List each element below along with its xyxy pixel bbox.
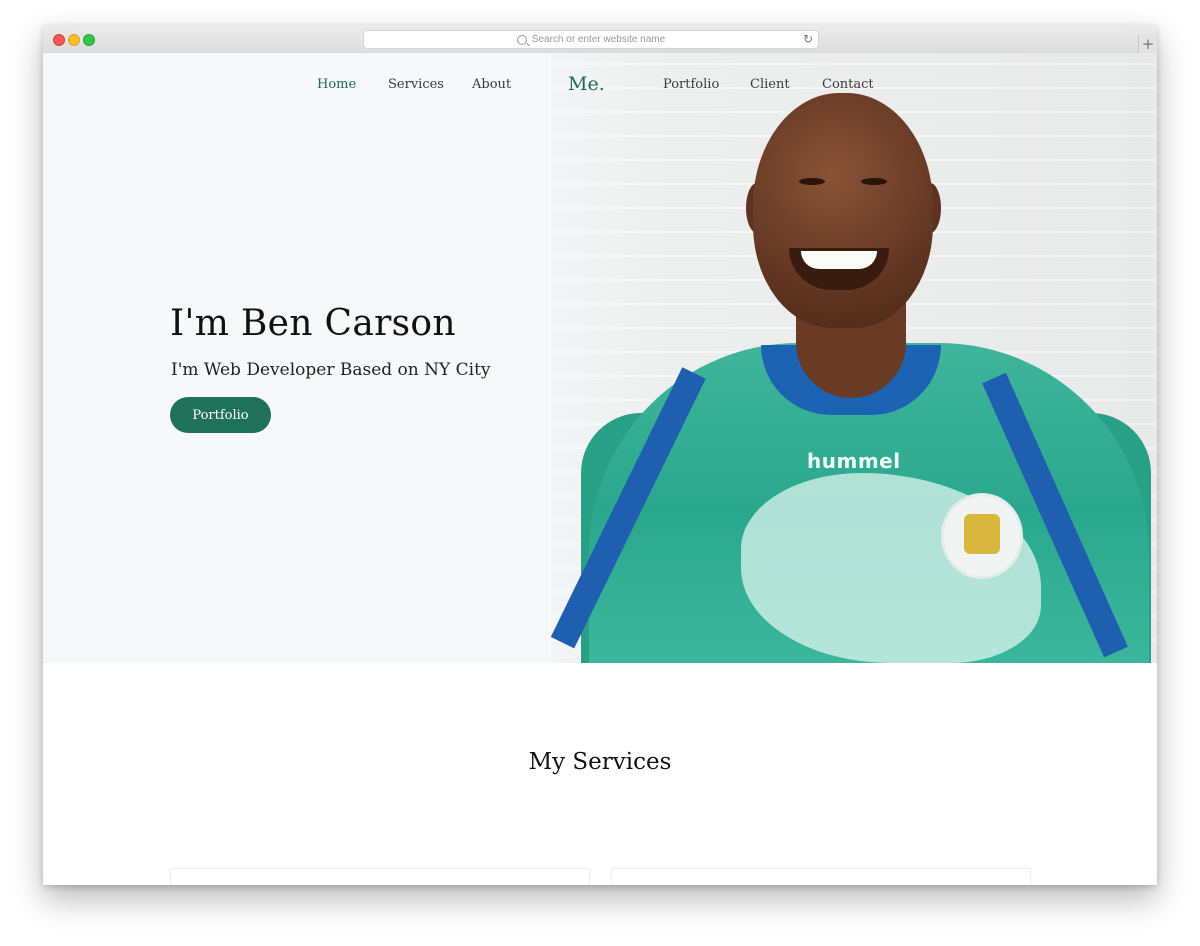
hero-subtitle: I'm Web Developer Based on NY City [171,360,491,380]
browser-window: Search or enter website name ↻ + hummel … [43,25,1157,885]
portfolio-button[interactable]: Portfolio [170,397,271,433]
photo-teeth [801,251,877,269]
nav-item-home[interactable]: Home [317,77,356,92]
address-bar[interactable]: Search or enter website name ↻ [363,30,819,49]
hero-title: I'm Ben Carson [170,303,456,344]
service-card[interactable] [611,868,1031,885]
photo-eye-right [861,178,887,185]
jersey-brand-logo: hummel [807,449,901,473]
service-card[interactable] [170,868,590,885]
jersey-crest-icon [941,493,1023,579]
nav-item-contact[interactable]: Contact [822,77,874,92]
page-viewport: hummel Home Services About Me. Portfolio… [43,53,1157,885]
maximize-window-button[interactable] [83,34,95,46]
nav-item-client[interactable]: Client [750,77,790,92]
browser-titlebar: Search or enter website name ↻ + [43,25,1157,54]
address-placeholder: Search or enter website name [531,34,666,45]
nav-item-portfolio[interactable]: Portfolio [663,77,719,92]
hero-photo: hummel [551,53,1157,663]
photo-eye-left [799,178,825,185]
reload-icon[interactable]: ↻ [803,32,813,46]
services-heading: My Services [528,749,672,775]
photo-head [753,93,933,328]
minimize-window-button[interactable] [68,34,80,46]
main-navigation: Home Services About Me. Portfolio Client… [43,53,1157,123]
nav-item-services[interactable]: Services [388,77,444,92]
search-icon [516,34,527,45]
hero-section: hummel Home Services About Me. Portfolio… [43,53,1157,663]
site-logo[interactable]: Me. [568,73,605,95]
new-tab-button[interactable]: + [1138,35,1157,53]
nav-item-about[interactable]: About [472,77,511,92]
close-window-button[interactable] [53,34,65,46]
